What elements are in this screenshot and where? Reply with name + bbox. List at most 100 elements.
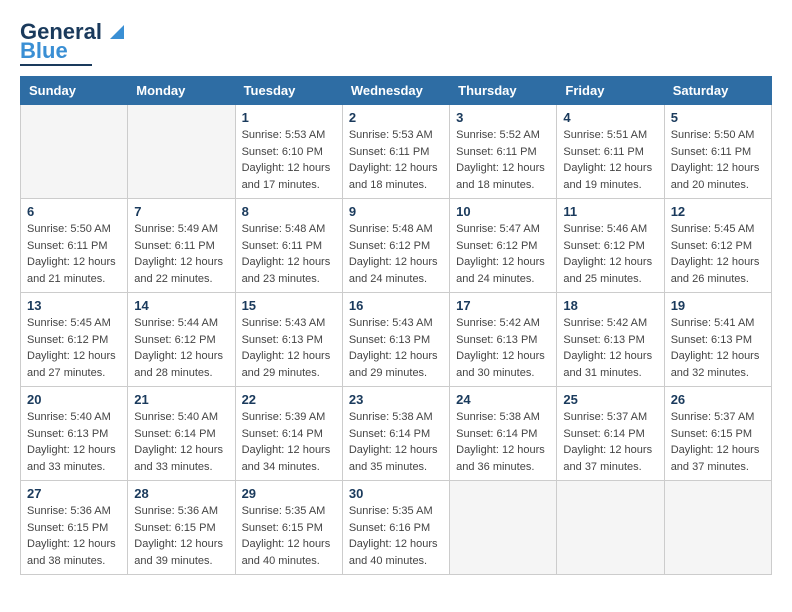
calendar-cell: 3Sunrise: 5:52 AM Sunset: 6:11 PM Daylig… (450, 105, 557, 199)
day-detail: Sunrise: 5:47 AM Sunset: 6:12 PM Dayligh… (456, 221, 550, 287)
day-number: 2 (349, 110, 443, 125)
calendar-cell: 20 Sunrise: 5:40 AM Sunset: 6:13 PM Dayli… (21, 387, 128, 481)
calendar-cell: 2 Sunrise: 5:53 AM Sunset: 6:11 PM Daylig… (342, 105, 449, 199)
day-number: 13 (27, 298, 121, 313)
day-number: 5 (671, 110, 765, 125)
calendar-cell: 23Sunrise: 5:38 AM Sunset: 6:14 PM Dayli… (342, 387, 449, 481)
day-number: 10 (456, 204, 550, 219)
day-number: 21 (134, 392, 228, 407)
week-row-2: 6Sunrise: 5:50 AM Sunset: 6:11 PM Daylig… (21, 199, 772, 293)
calendar-cell: 22 Sunrise: 5:39 AM Sunset: 6:14 PM Dayli… (235, 387, 342, 481)
calendar-cell: 13 Sunrise: 5:45 AM Sunset: 6:12 PM Dayli… (21, 293, 128, 387)
day-number: 15 (242, 298, 336, 313)
week-row-5: 27 Sunrise: 5:36 AM Sunset: 6:15 PM Dayli… (21, 481, 772, 575)
calendar-cell: 17Sunrise: 5:42 AM Sunset: 6:13 PM Dayli… (450, 293, 557, 387)
day-detail: Sunrise: 5:35 AM Sunset: 6:16 PM Dayligh… (349, 503, 443, 569)
day-detail: Sunrise: 5:45 AM Sunset: 6:12 PM Dayligh… (27, 315, 121, 381)
calendar-header: SundayMondayTuesdayWednesdayThursdayFrid… (21, 77, 772, 105)
day-detail: Sunrise: 5:37 AM Sunset: 6:15 PM Dayligh… (671, 409, 765, 475)
calendar-cell: 1 Sunrise: 5:53 AM Sunset: 6:10 PM Daylig… (235, 105, 342, 199)
day-detail: Sunrise: 5:43 AM Sunset: 6:13 PM Dayligh… (349, 315, 443, 381)
day-number: 28 (134, 486, 228, 501)
calendar-cell: 24 Sunrise: 5:38 AM Sunset: 6:14 PM Dayli… (450, 387, 557, 481)
day-detail: Sunrise: 5:36 AM Sunset: 6:15 PM Dayligh… (134, 503, 228, 569)
day-detail: Sunrise: 5:53 AM Sunset: 6:10 PM Dayligh… (242, 127, 336, 193)
calendar-cell: 14 Sunrise: 5:44 AM Sunset: 6:12 PM Dayli… (128, 293, 235, 387)
day-number: 12 (671, 204, 765, 219)
weekday-header-friday: Friday (557, 77, 664, 105)
logo-bottom: Blue (20, 40, 68, 62)
day-number: 27 (27, 486, 121, 501)
calendar-cell: 16 Sunrise: 5:43 AM Sunset: 6:13 PM Dayli… (342, 293, 449, 387)
calendar-cell (450, 481, 557, 575)
day-detail: Sunrise: 5:49 AM Sunset: 6:11 PM Dayligh… (134, 221, 228, 287)
day-detail: Sunrise: 5:38 AM Sunset: 6:14 PM Dayligh… (456, 409, 550, 475)
day-number: 9 (349, 204, 443, 219)
weekday-header-tuesday: Tuesday (235, 77, 342, 105)
day-number: 16 (349, 298, 443, 313)
day-detail: Sunrise: 5:44 AM Sunset: 6:12 PM Dayligh… (134, 315, 228, 381)
day-number: 14 (134, 298, 228, 313)
day-number: 24 (456, 392, 550, 407)
weekday-header-saturday: Saturday (664, 77, 771, 105)
calendar-cell (21, 105, 128, 199)
day-detail: Sunrise: 5:52 AM Sunset: 6:11 PM Dayligh… (456, 127, 550, 193)
day-detail: Sunrise: 5:43 AM Sunset: 6:13 PM Dayligh… (242, 315, 336, 381)
calendar-cell: 8 Sunrise: 5:48 AM Sunset: 6:11 PM Daylig… (235, 199, 342, 293)
calendar-cell: 11Sunrise: 5:46 AM Sunset: 6:12 PM Dayli… (557, 199, 664, 293)
week-row-1: 1 Sunrise: 5:53 AM Sunset: 6:10 PM Daylig… (21, 105, 772, 199)
calendar-cell: 30 Sunrise: 5:35 AM Sunset: 6:16 PM Dayli… (342, 481, 449, 575)
logo: General Blue (20, 20, 128, 66)
day-number: 1 (242, 110, 336, 125)
calendar-cell: 21 Sunrise: 5:40 AM Sunset: 6:14 PM Dayli… (128, 387, 235, 481)
day-number: 19 (671, 298, 765, 313)
day-detail: Sunrise: 5:40 AM Sunset: 6:13 PM Dayligh… (27, 409, 121, 475)
calendar-cell: 9 Sunrise: 5:48 AM Sunset: 6:12 PM Daylig… (342, 199, 449, 293)
day-detail: Sunrise: 5:37 AM Sunset: 6:14 PM Dayligh… (563, 409, 657, 475)
week-row-4: 20 Sunrise: 5:40 AM Sunset: 6:13 PM Dayli… (21, 387, 772, 481)
calendar-cell: 19 Sunrise: 5:41 AM Sunset: 6:13 PM Dayli… (664, 293, 771, 387)
day-detail: Sunrise: 5:45 AM Sunset: 6:12 PM Dayligh… (671, 221, 765, 287)
day-number: 22 (242, 392, 336, 407)
calendar-cell: 25Sunrise: 5:37 AM Sunset: 6:14 PM Dayli… (557, 387, 664, 481)
day-number: 29 (242, 486, 336, 501)
logo-triangle-icon (106, 21, 128, 43)
calendar-cell: 15 Sunrise: 5:43 AM Sunset: 6:13 PM Dayli… (235, 293, 342, 387)
day-number: 30 (349, 486, 443, 501)
calendar-cell: 12 Sunrise: 5:45 AM Sunset: 6:12 PM Dayli… (664, 199, 771, 293)
day-detail: Sunrise: 5:53 AM Sunset: 6:11 PM Dayligh… (349, 127, 443, 193)
weekday-header-monday: Monday (128, 77, 235, 105)
day-detail: Sunrise: 5:40 AM Sunset: 6:14 PM Dayligh… (134, 409, 228, 475)
day-number: 26 (671, 392, 765, 407)
calendar-cell: 4 Sunrise: 5:51 AM Sunset: 6:11 PM Daylig… (557, 105, 664, 199)
day-detail: Sunrise: 5:41 AM Sunset: 6:13 PM Dayligh… (671, 315, 765, 381)
day-number: 18 (563, 298, 657, 313)
calendar-cell (664, 481, 771, 575)
day-detail: Sunrise: 5:38 AM Sunset: 6:14 PM Dayligh… (349, 409, 443, 475)
week-row-3: 13 Sunrise: 5:45 AM Sunset: 6:12 PM Dayli… (21, 293, 772, 387)
logo-underline (20, 64, 92, 66)
calendar-cell: 27Sunrise: 5:36 AM Sunset: 6:15 PM Dayli… (21, 481, 128, 575)
day-detail: Sunrise: 5:48 AM Sunset: 6:12 PM Dayligh… (349, 221, 443, 287)
weekday-header-thursday: Thursday (450, 77, 557, 105)
day-number: 6 (27, 204, 121, 219)
day-number: 20 (27, 392, 121, 407)
day-number: 4 (563, 110, 657, 125)
day-detail: Sunrise: 5:48 AM Sunset: 6:11 PM Dayligh… (242, 221, 336, 287)
weekday-header-sunday: Sunday (21, 77, 128, 105)
logo-blue-text: Blue (20, 40, 68, 62)
weekday-header-wednesday: Wednesday (342, 77, 449, 105)
day-number: 7 (134, 204, 228, 219)
calendar-cell: 5Sunrise: 5:50 AM Sunset: 6:11 PM Daylig… (664, 105, 771, 199)
calendar-body: 1 Sunrise: 5:53 AM Sunset: 6:10 PM Daylig… (21, 105, 772, 575)
calendar-cell: 18Sunrise: 5:42 AM Sunset: 6:13 PM Dayli… (557, 293, 664, 387)
day-detail: Sunrise: 5:46 AM Sunset: 6:12 PM Dayligh… (563, 221, 657, 287)
day-number: 8 (242, 204, 336, 219)
day-detail: Sunrise: 5:51 AM Sunset: 6:11 PM Dayligh… (563, 127, 657, 193)
page-header: General Blue (20, 20, 772, 66)
day-detail: Sunrise: 5:39 AM Sunset: 6:14 PM Dayligh… (242, 409, 336, 475)
calendar-cell: 29Sunrise: 5:35 AM Sunset: 6:15 PM Dayli… (235, 481, 342, 575)
calendar-cell (128, 105, 235, 199)
day-number: 17 (456, 298, 550, 313)
calendar-cell: 10 Sunrise: 5:47 AM Sunset: 6:12 PM Dayli… (450, 199, 557, 293)
